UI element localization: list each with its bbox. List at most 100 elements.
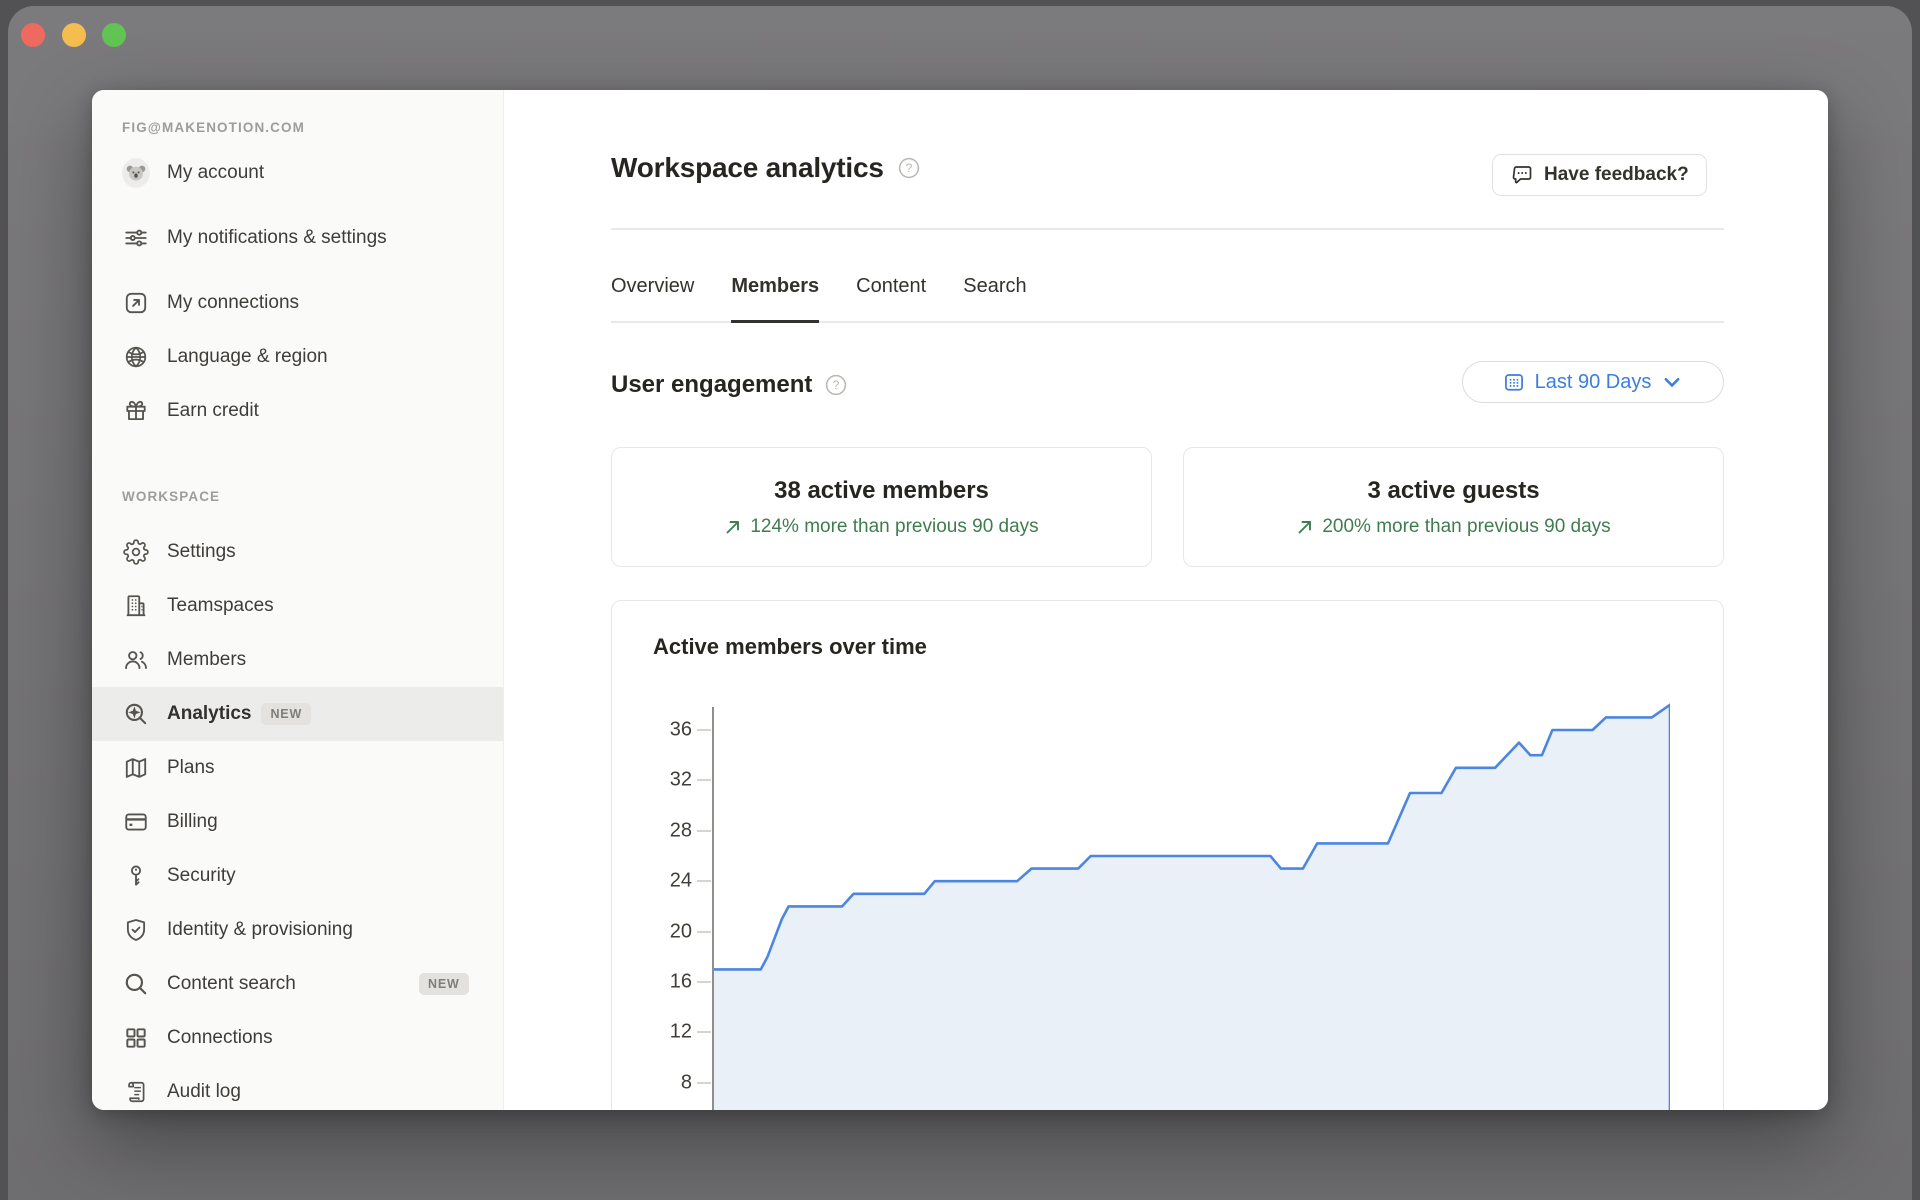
y-tick-mark (697, 931, 711, 933)
active-members-chart-card: Active members over time 363228242016128 (611, 600, 1724, 1110)
sidebar-item-plans[interactable]: Plans (92, 741, 503, 795)
speech-bubble-icon (1510, 163, 1534, 187)
date-range-label: Last 90 Days (1535, 371, 1652, 394)
close-window-button[interactable] (21, 23, 45, 47)
globe-icon (122, 343, 150, 371)
account-menu: My account My notifications & settings My … (92, 146, 503, 438)
stat-card-3-active-guests: 3 active guests200% more than previous 9… (1183, 447, 1724, 567)
stat-delta: 124% more than previous 90 days (724, 516, 1038, 538)
avatar-koala (122, 159, 150, 187)
sidebar-item-content-search[interactable]: Content search NEW (92, 957, 503, 1011)
account-email-label: FIG@MAKENOTION.COM (92, 118, 503, 138)
scroll-icon (122, 1078, 150, 1106)
sidebar-item-label: Content search (167, 972, 409, 996)
sidebar-item-my-notifications-settings[interactable]: My notifications & settings (92, 200, 503, 276)
sidebar-item-identity-provisioning[interactable]: Identity & provisioning (92, 903, 503, 957)
sidebar-item-connections[interactable]: Connections (92, 1011, 503, 1065)
chart-title: Active members over time (653, 634, 927, 660)
new-badge: NEW (261, 703, 311, 725)
sidebar-item-language-region[interactable]: Language & region (92, 330, 503, 384)
y-tick-label-12: 12 (632, 1021, 692, 1044)
people-icon (122, 646, 150, 674)
sidebar-item-label: Identity & provisioning (167, 918, 409, 942)
settings-dialog: FIG@MAKENOTION.COM My account My notifica… (92, 90, 1828, 1110)
avatar (122, 158, 150, 188)
shield-check-icon (122, 916, 150, 944)
sidebar-item-label: My account (167, 161, 409, 185)
trend-up-arrow-icon (724, 518, 742, 536)
analytics-tabs: Overview Members Content Search (611, 266, 1027, 323)
engagement-help-icon[interactable]: ? (825, 374, 847, 396)
sidebar-item-label: Members (167, 648, 409, 672)
sidebar-item-label: Security (167, 864, 409, 888)
y-tick-mark (697, 1082, 711, 1084)
building-icon (122, 592, 150, 620)
sidebar-item-earn-credit[interactable]: Earn credit (92, 384, 503, 438)
user-engagement-heading: User engagement (611, 371, 812, 399)
sidebar-item-label: Analytics (167, 702, 251, 726)
sidebar-item-members[interactable]: Members (92, 633, 503, 687)
map-icon (122, 754, 150, 782)
y-tick-label-32: 32 (632, 769, 692, 792)
help-icon[interactable]: ? (898, 157, 920, 179)
sidebar-item-teamspaces[interactable]: Teamspaces (92, 579, 503, 633)
y-tick-label-36: 36 (632, 719, 692, 742)
sidebar-item-my-account[interactable]: My account (92, 146, 503, 200)
main-panel: Workspace analytics ? Have feedback? Ove… (504, 90, 1828, 1110)
date-range-dropdown[interactable]: Last 90 Days (1462, 361, 1724, 403)
engagement-stat-cards: 38 active members 124% more than previous… (611, 447, 1724, 567)
sidebar-item-security[interactable]: Security (92, 849, 503, 903)
y-tick-mark (697, 1031, 711, 1033)
stat-value: 38 active members (774, 477, 989, 505)
zoom-window-button[interactable] (102, 23, 126, 47)
sidebar-item-label: Plans (167, 756, 409, 780)
gift-icon (122, 397, 150, 425)
grid-icon (122, 1024, 150, 1052)
stat-card-38-active-members: 38 active members 124% more than previous… (611, 447, 1152, 567)
svg-text:?: ? (833, 378, 840, 392)
y-tick-label-20: 20 (632, 920, 692, 943)
sidebar-item-label: Billing (167, 810, 409, 834)
chevron-down-icon (1661, 371, 1683, 393)
sidebar-item-label: My notifications & settings (167, 226, 409, 250)
have-feedback-label: Have feedback? (1544, 164, 1689, 186)
tab-search[interactable]: Search (963, 266, 1026, 323)
sidebar-item-label: Language & region (167, 345, 409, 369)
tab-members[interactable]: Members (731, 266, 819, 323)
tab-content[interactable]: Content (856, 266, 926, 323)
new-badge: NEW (419, 973, 469, 995)
y-tick-mark (697, 981, 711, 983)
y-tick-label-24: 24 (632, 870, 692, 893)
sliders-icon (122, 224, 150, 252)
sidebar-item-analytics[interactable]: Analytics NEW (92, 687, 503, 741)
chart-area-fill (714, 705, 1670, 1110)
magnifier-sparkle-icon (122, 700, 150, 728)
page-title: Workspace analytics (611, 152, 884, 184)
settings-sidebar: FIG@MAKENOTION.COM My account My notifica… (92, 90, 504, 1110)
sidebar-item-label: Teamspaces (167, 594, 409, 618)
have-feedback-button[interactable]: Have feedback? (1492, 154, 1707, 196)
y-tick-label-8: 8 (632, 1071, 692, 1094)
app-window: FIG@MAKENOTION.COM My account My notifica… (8, 6, 1912, 1200)
sidebar-item-settings[interactable]: Settings (92, 525, 503, 579)
magnifier-icon (122, 970, 150, 998)
tab-overview[interactable]: Overview (611, 266, 694, 323)
y-tick-label-28: 28 (632, 819, 692, 842)
sidebar-item-label: Settings (167, 540, 409, 564)
title-divider (611, 228, 1724, 230)
sidebar-item-my-connections[interactable]: My connections (92, 276, 503, 330)
calendar-icon (1503, 371, 1525, 393)
y-tick-mark (697, 880, 711, 882)
trend-up-arrow-icon (1296, 518, 1314, 536)
workspace-menu: Settings Teamspaces Members Analytics NEW Pla… (92, 525, 503, 1110)
gear-icon (122, 538, 150, 566)
sidebar-item-label: My connections (167, 291, 409, 315)
sidebar-item-audit-log[interactable]: Audit log (92, 1065, 503, 1110)
arrow-out-box-icon (122, 289, 150, 317)
y-tick-mark (697, 779, 711, 781)
sidebar-item-label: Connections (167, 1026, 409, 1050)
minimize-window-button[interactable] (62, 23, 86, 47)
active-members-area-chart (714, 691, 1670, 1110)
sidebar-item-billing[interactable]: Billing (92, 795, 503, 849)
stat-delta: 200% more than previous 90 days (1296, 516, 1610, 538)
